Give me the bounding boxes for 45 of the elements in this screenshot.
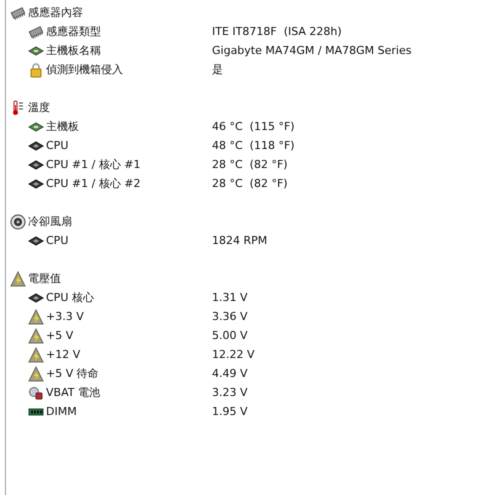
sensor-value: 1.95 V [212,405,248,418]
sensor-value: 3.36 V [212,310,248,323]
chip-icon [10,4,26,20]
sensor-label: CPU 核心 [46,290,94,305]
sensor-label: 主機板 [46,119,79,134]
sensor-label: +5 V [46,329,74,342]
sensor-label: CPU [46,139,68,152]
sensor-value: 48 °C (118 °F) [212,139,295,152]
sensor-label: DIMM [46,405,77,418]
sensor-label: +5 V 待命 [46,366,99,381]
voltage-icon [28,328,44,344]
sensor-value: Gigabyte MA74GM / MA78GM Series [212,44,412,57]
section-title: 溫度 [28,100,50,115]
sensor-label: +3.3 V [46,310,84,323]
battery-icon [28,384,44,400]
voltage-icon [28,346,44,362]
thermometer-icon [10,100,26,116]
sensor-value: 3.23 V [212,386,248,399]
sensor-label: CPU #1 / 核心 #2 [46,176,140,191]
voltage-icon [28,366,44,382]
fan-icon [10,214,26,230]
sensor-label: VBAT 電池 [46,385,100,400]
section-title: 感應器內容 [28,5,83,20]
sensor-value: 12.22 V [212,348,255,361]
sensor-label: 偵測到機箱侵入 [46,62,123,77]
voltage-icon [28,308,44,324]
sensor-label: 感應器類型 [46,24,101,39]
sensor-value: 是 [212,62,223,77]
sensor-value: 46 °C (115 °F) [212,120,295,133]
chip-icon [28,24,44,40]
sensor-value: 1824 RPM [212,234,268,247]
section-title: 冷卻風扇 [28,214,72,229]
sensor-label: 主機板名稱 [46,43,101,58]
sensor-value: 28 °C (82 °F) [212,177,288,190]
sensor-label: CPU #1 / 核心 #1 [46,157,140,172]
voltage-icon [10,270,26,286]
section-title: 電壓值 [28,271,61,286]
sensor-value: 5.00 V [212,329,248,342]
lock-icon [28,62,44,78]
sensor-value: 28 °C (82 °F) [212,158,288,171]
sensor-label: +12 V [46,348,80,361]
sensor-value: ITE IT8718F (ISA 228h) [212,25,342,38]
sensor-label: CPU [46,234,68,247]
sensor-value: 4.49 V [212,367,248,380]
sensor-value: 1.31 V [212,291,248,304]
